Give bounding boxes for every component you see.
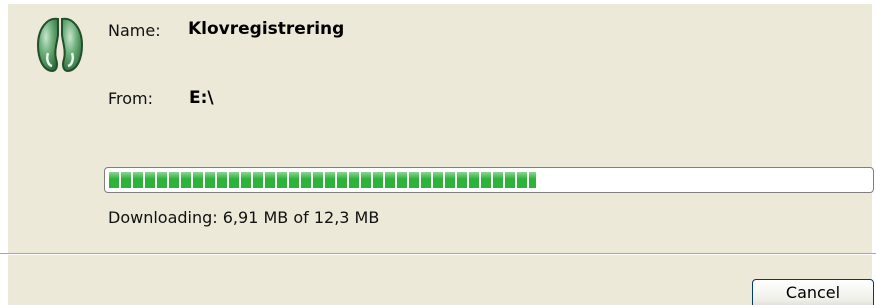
hoof-print-icon — [36, 17, 84, 73]
progress-track — [109, 172, 869, 188]
download-progress-bar — [104, 167, 874, 193]
top-edge — [0, 0, 876, 4]
name-value: Klovregistrering — [188, 19, 345, 39]
left-edge — [0, 0, 8, 305]
right-edge — [872, 0, 876, 305]
progress-fill — [109, 172, 536, 188]
name-label: Name: — [108, 21, 161, 40]
from-label: From: — [108, 89, 154, 108]
cancel-button[interactable]: Cancel — [752, 279, 874, 305]
button-area-divider — [0, 253, 876, 255]
from-value: E:\ — [189, 88, 214, 108]
download-status-text: Downloading: 6,91 MB of 12,3 MB — [108, 208, 380, 227]
download-dialog: Name: Klovregistrering From: E:\ Downloa… — [0, 0, 876, 305]
